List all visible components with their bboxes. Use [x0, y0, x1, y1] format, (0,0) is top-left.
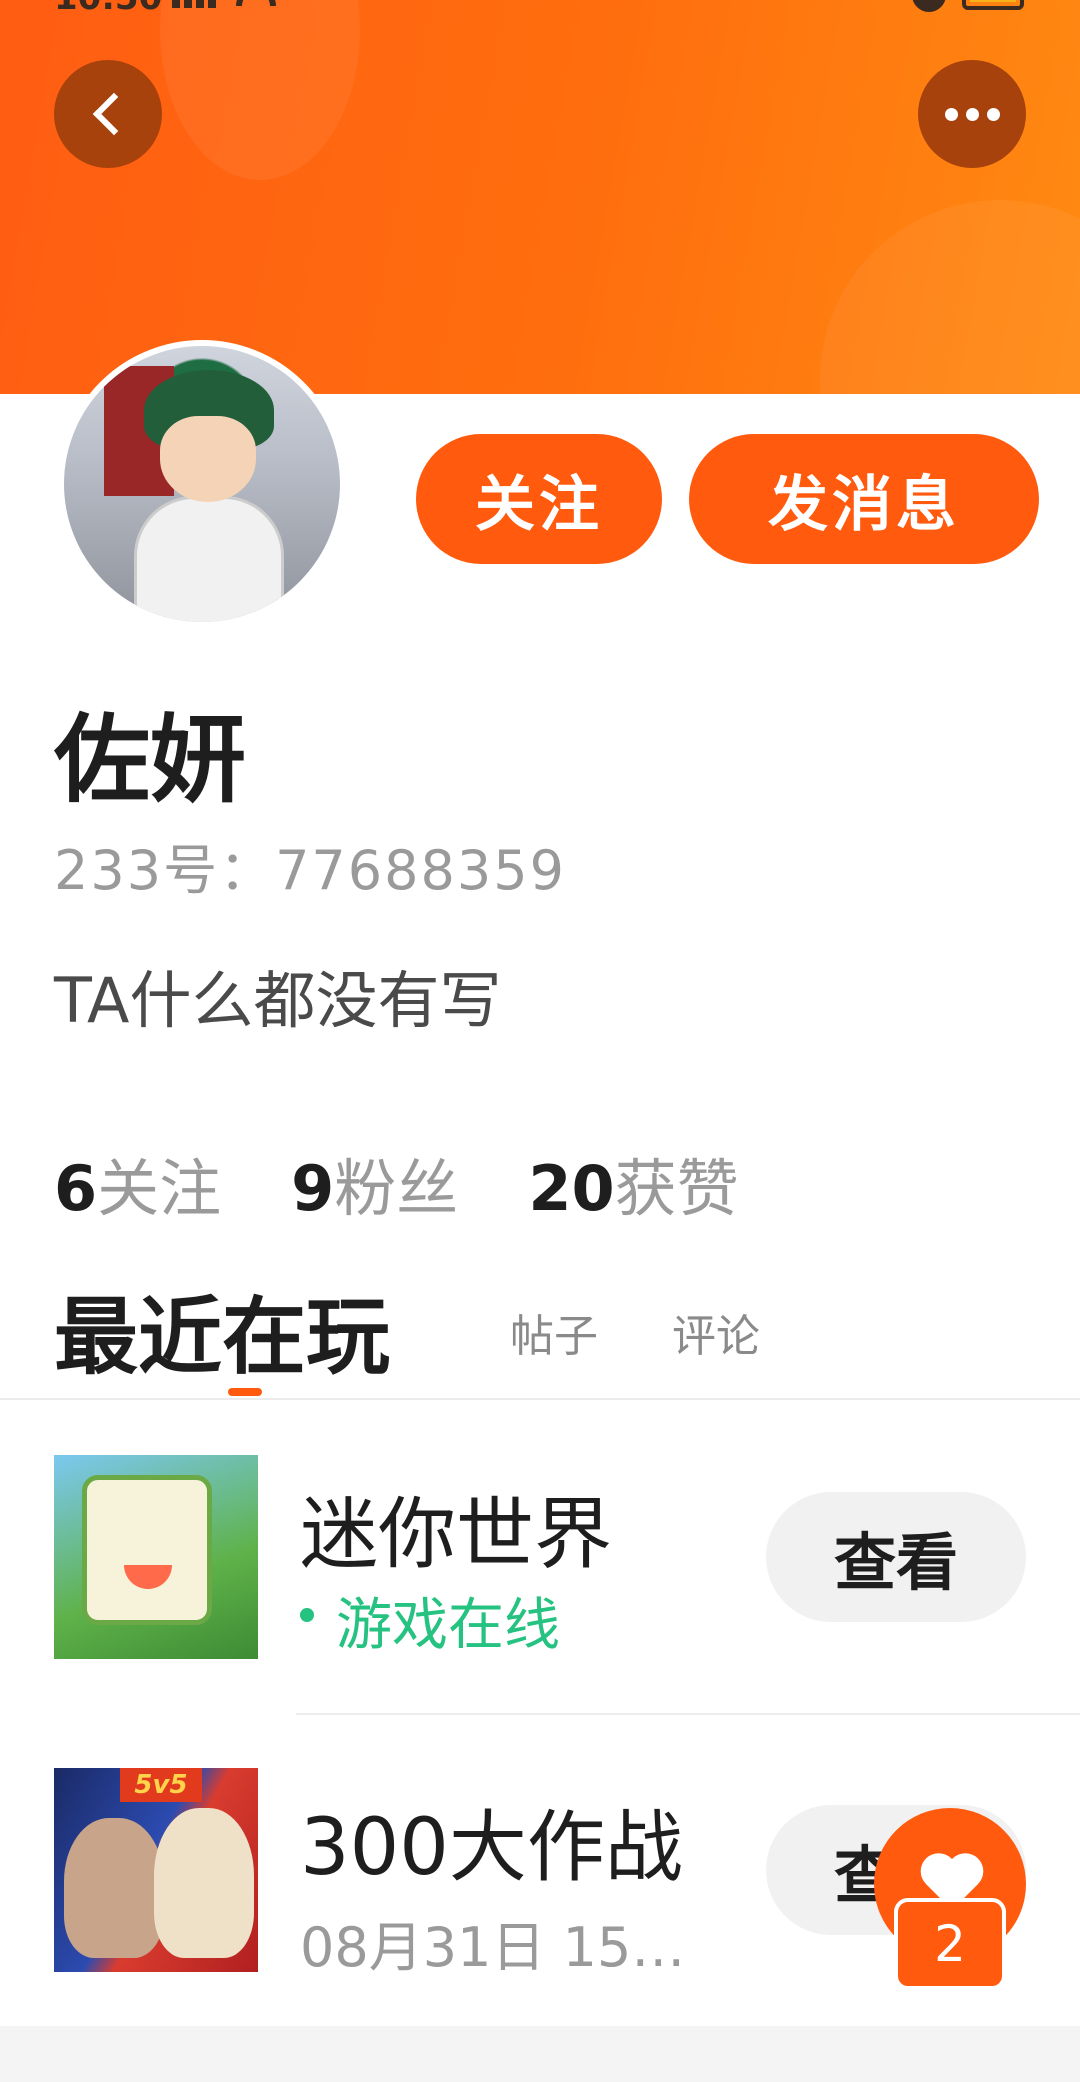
battery-icon	[962, 0, 1024, 10]
profile-screen: 10:50 关注 发消息 佐妍 233号：77688359 TA什么都没有写 6…	[0, 0, 1080, 2082]
bio: TA什么都没有写	[54, 964, 502, 1037]
followers-stat[interactable]: 9粉丝	[291, 1138, 458, 1228]
more-button[interactable]	[918, 60, 1026, 168]
game-status: 游戏在线	[336, 1593, 560, 1658]
game-icon: 5v5	[54, 1768, 258, 1972]
stat-number: 9	[291, 1152, 335, 1225]
back-button[interactable]	[54, 60, 162, 168]
header-decoration	[820, 200, 1080, 394]
send-message-button[interactable]: 发消息	[689, 434, 1039, 564]
following-stat[interactable]: 6关注	[54, 1138, 221, 1228]
likes-stat[interactable]: 20获赞	[528, 1138, 738, 1228]
tab-comments[interactable]: 评论	[672, 1300, 760, 1364]
game-name: 迷你世界	[300, 1490, 613, 1580]
chevron-left-icon	[92, 92, 136, 136]
wifi-icon	[236, 0, 276, 6]
view-button[interactable]: 查看	[766, 1492, 1026, 1622]
status-time: 10:50	[54, 0, 162, 18]
stat-label: 粉丝	[334, 1152, 459, 1225]
more-horizontal-icon	[944, 107, 1000, 121]
header-decoration	[160, 0, 360, 180]
notification-dot-icon	[912, 0, 946, 12]
stat-number: 20	[528, 1152, 615, 1225]
stat-label: 获赞	[614, 1152, 739, 1225]
last-played-time: 08月31日 15…	[300, 1916, 686, 1979]
user-id: 233号：77688359	[54, 839, 566, 902]
list-item[interactable]: 迷你世界 游戏在线 查看	[0, 1400, 1080, 1715]
status-bar: 10:50	[0, 0, 1080, 18]
active-tab-indicator	[228, 1388, 262, 1396]
game-icon-tag: 5v5	[120, 1768, 202, 1802]
like-count-badge: 2	[894, 1898, 1006, 1990]
profile-header: 10:50	[0, 0, 1080, 394]
bottom-spacer	[0, 2026, 1080, 2082]
stat-number: 6	[54, 1152, 98, 1225]
game-icon	[54, 1455, 258, 1659]
online-dot-icon	[300, 1608, 314, 1622]
stat-label: 关注	[97, 1152, 222, 1225]
username: 佐妍	[54, 703, 246, 816]
tab-recently-played[interactable]: 最近在玩	[54, 1270, 390, 1391]
profile-tabs: 最近在玩 帖子 评论	[0, 1270, 1080, 1400]
follow-button[interactable]: 关注	[416, 434, 662, 564]
stats-bar: 6关注 9粉丝 20获赞	[54, 1138, 739, 1228]
avatar[interactable]	[58, 340, 346, 628]
signal-icon	[172, 0, 218, 8]
game-name: 300大作战	[300, 1803, 683, 1893]
tab-posts[interactable]: 帖子	[510, 1300, 598, 1364]
